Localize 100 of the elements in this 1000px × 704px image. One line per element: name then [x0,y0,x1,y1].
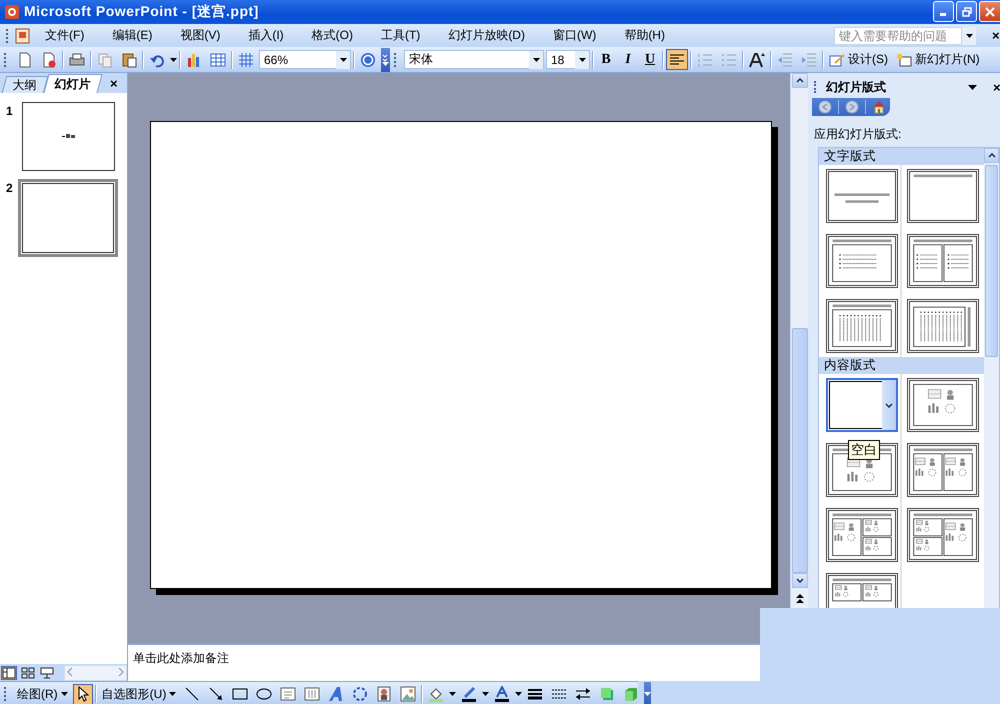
slide-thumbnail[interactable] [18,179,118,257]
notes-field[interactable]: 单击此处添加备注 [128,643,760,681]
back-icon[interactable] [818,100,832,114]
panel-tab[interactable]: 幻灯片 [43,74,103,93]
bullet-list-icon [721,52,737,68]
line-style-icon [527,686,544,702]
close-button[interactable] [979,1,1000,22]
increase-indent-icon [801,52,817,68]
chevron-down-icon [884,402,893,408]
gallery-scroll-thumb[interactable] [985,165,998,357]
menu-item[interactable]: 编辑(E) [107,27,158,44]
menu-item[interactable]: 工具(T) [376,27,426,44]
gallery-scroll-up-button[interactable] [984,148,999,163]
slideshow-view-button[interactable] [39,666,55,680]
italic-button[interactable]: I [618,49,638,70]
layout-thumbnail[interactable] [826,508,898,562]
help-search-field[interactable]: 键入需要帮助的问题 [834,26,962,44]
font-color-icon [494,686,510,702]
layout-thumbnail[interactable] [826,169,898,223]
clip-art-icon [376,686,392,702]
close-document-button[interactable]: × [992,28,1000,43]
dropdown-arrow-icon [966,34,972,38]
dropdown-arrow-icon [60,692,68,696]
triangle-down-icon [644,692,652,696]
sorter-view-button[interactable] [20,666,36,680]
menu-item[interactable]: 文件(F) [40,27,90,44]
forward-icon[interactable] [845,100,859,114]
menu-item[interactable]: 幻灯片放映(D) [443,27,530,44]
dropdown-arrow-icon [169,692,176,696]
print-icon [69,52,85,68]
minimize-button[interactable] [933,1,954,22]
close-pane-button[interactable]: × [993,80,1000,94]
menu-item[interactable]: 帮助(H) [619,27,670,44]
scroll-up-button[interactable] [792,73,808,88]
line-icon [184,686,200,702]
layout-thumbnail[interactable] [907,299,980,353]
normal-view-icon [2,666,16,678]
picture-icon [400,686,416,702]
font-size-combo[interactable]: 18 [546,50,590,69]
help-icon [360,52,376,68]
select-tool-button[interactable] [72,684,93,704]
dropdown-arrow-icon [449,692,456,696]
grid-icon [238,52,254,68]
pane-menu-button[interactable] [968,84,977,90]
layout-thumbnail[interactable] [907,234,980,288]
zoom-combo[interactable]: 66% [259,50,351,69]
layout-thumbnail[interactable] [907,169,980,223]
arrow-icon [208,686,224,702]
diagram-icon [352,686,368,702]
document-menu-icon[interactable] [14,26,32,44]
new-slide-button[interactable]: 新幻灯片(N) [893,49,983,70]
undo-dropdown-button[interactable] [170,58,177,62]
restore-icon [962,6,972,16]
home-icon[interactable] [872,100,886,114]
underline-button[interactable]: U [640,49,660,70]
normal-view-button[interactable] [1,666,17,680]
dropdown-arrow-icon [170,58,177,62]
pencil-icon [829,52,845,66]
menu-item[interactable]: 插入(I) [243,27,289,44]
slide-thumbnail[interactable] [22,102,115,171]
toolbar-options-button[interactable] [644,682,652,704]
table-icon [210,52,226,68]
text-box-icon [280,686,296,702]
autoshapes-menu-button[interactable]: 自选图形(U) [98,684,180,704]
align-left-button[interactable] [666,49,688,70]
tiny-title-drawing [62,134,76,139]
numbered-list-icon [697,52,713,68]
layout-thumbnail[interactable] [907,378,980,432]
scroll-down-button[interactable] [792,573,808,588]
shadow-icon [599,686,616,702]
triangle-down-icon [968,84,977,90]
draw-menu-button[interactable]: 绘图(R) [14,684,71,704]
toolbar-options-button[interactable] [381,48,390,72]
dropdown-arrow-icon [578,58,586,62]
layout-thumbnail[interactable] [826,443,898,497]
menu-item[interactable]: 视图(V) [175,27,226,44]
design-button[interactable]: 设计(S) [826,49,891,70]
font-combo[interactable]: 宋体 [404,50,544,69]
restore-button[interactable] [956,1,977,22]
menu-item[interactable]: 窗口(W) [548,27,602,44]
menu-item[interactable]: 格式(O) [306,27,358,44]
window-title: Microsoft PowerPoint - [迷宫.ppt] [24,3,260,21]
layout-thumbnail[interactable] [826,299,898,353]
scroll-thumb[interactable] [792,328,808,573]
copy-icon [97,52,113,68]
grid-view-icon [21,666,35,678]
layout-thumbnail[interactable] [907,443,980,497]
3d-style-icon [623,686,640,702]
close-panel-button[interactable]: × [110,76,118,90]
oval-icon [256,686,272,702]
help-dropdown-button[interactable] [962,26,976,44]
horizontal-scrollbar[interactable] [64,664,127,680]
panel-tab[interactable]: 大纲 [2,76,48,93]
bold-button[interactable]: B [596,49,616,70]
layout-thumbnail[interactable] [907,508,980,562]
tooltip: 空白 [848,440,880,460]
chevron-up-icon [988,153,996,158]
slide-number: 1 [6,104,14,118]
fill-color-icon [428,686,444,702]
layout-thumbnail[interactable] [826,234,898,288]
